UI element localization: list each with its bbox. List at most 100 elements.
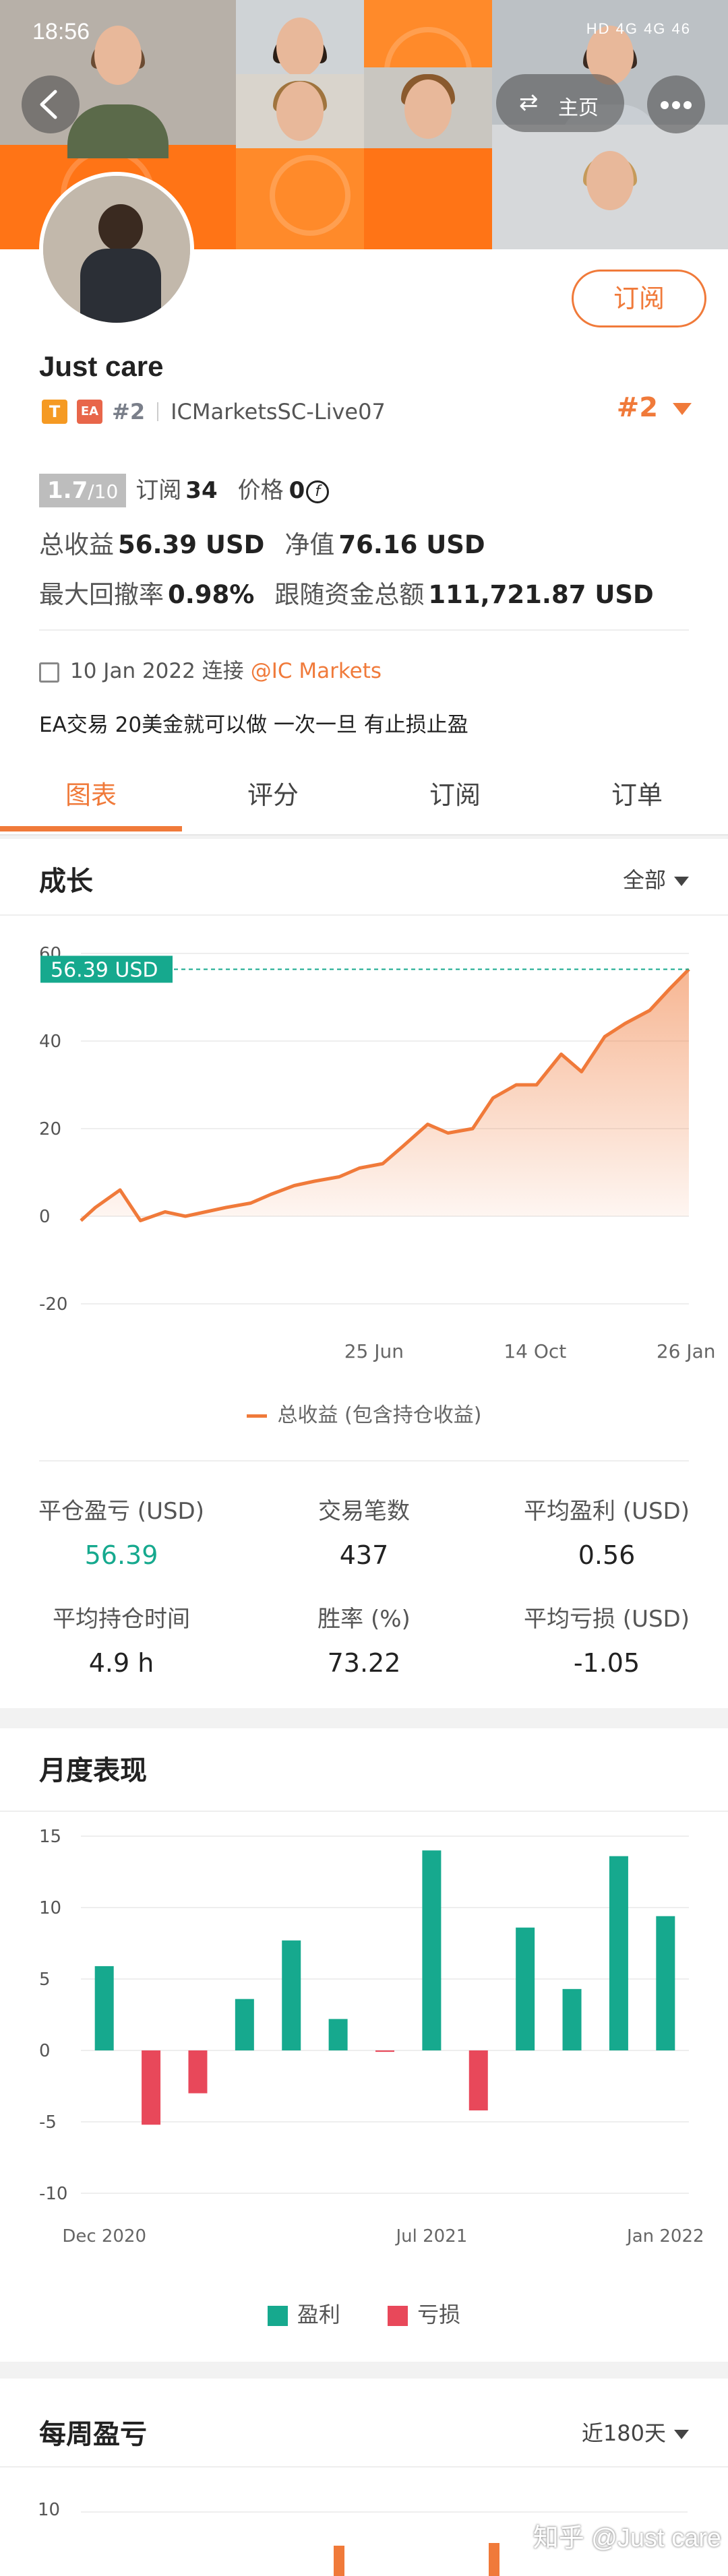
rank-dropdown[interactable]: #2 xyxy=(617,392,692,423)
monthly-legend: 盈利 亏损 xyxy=(0,2298,728,2329)
badge-ea: EA xyxy=(77,400,102,424)
badge-t: T xyxy=(42,400,67,424)
metric-closed-pnl: 平仓盈亏 (USD) 56.39 xyxy=(38,1498,204,1570)
trader-name: Just care xyxy=(39,350,164,382)
tab-subscribe[interactable]: 订阅 xyxy=(364,761,546,836)
bar-profit xyxy=(656,1916,675,2050)
growth-chart: -20020406056.39 USD25 Jun 14 Oct 26 Jan xyxy=(39,944,716,1362)
strategy-description: EA交易 20美金就可以做 一次一旦 有止损止盈 xyxy=(39,713,468,737)
status-bar: 18:56 HD 4G 4G 46 xyxy=(0,0,728,67)
equity: 76.16 USD xyxy=(338,530,485,559)
x-tick-label: 25 Jun xyxy=(344,1340,404,1362)
tab-chart[interactable]: 图表 xyxy=(0,761,182,836)
broker-link[interactable]: @IC Markets xyxy=(251,659,382,683)
growth-area xyxy=(81,969,689,1221)
weekly-title: 每周盈亏 xyxy=(39,2419,147,2450)
weekly-bar xyxy=(489,2543,499,2576)
bar-profit xyxy=(94,1966,114,2050)
monthly-title: 月度表现 xyxy=(39,1755,147,1786)
tab-bar: 图表 评分 订阅 订单 xyxy=(0,761,728,836)
bar-loss xyxy=(188,2050,208,2094)
banner-photo xyxy=(236,74,364,148)
coin-icon: f xyxy=(306,480,330,503)
y-tick-label: 40 xyxy=(39,1032,61,1052)
weekly-bar xyxy=(334,2546,344,2576)
back-button[interactable] xyxy=(22,75,80,133)
bar-profit xyxy=(235,1999,254,2050)
tab-rating[interactable]: 评分 xyxy=(182,761,364,836)
bar-profit xyxy=(609,1856,628,2050)
growth-title: 成长 xyxy=(39,866,93,897)
banner-photo xyxy=(364,67,492,148)
more-dots-icon xyxy=(661,101,669,109)
calendar-icon xyxy=(39,662,59,683)
y-tick-label: 20 xyxy=(39,1119,61,1139)
weekly-gridline xyxy=(81,2511,688,2513)
connect-date: 10 Jan 2022 连接 xyxy=(70,659,244,683)
y-tick-label: 15 xyxy=(39,1827,61,1847)
metric-avg-profit: 平均盈利 (USD) 0.56 xyxy=(524,1498,690,1570)
y-tick-label: 0 xyxy=(39,1207,51,1227)
subscribe-button[interactable]: 订阅 xyxy=(572,270,706,327)
chevron-left-icon xyxy=(40,90,57,119)
home-label: 主页 xyxy=(558,96,599,120)
status-indicators: HD 4G 4G 46 xyxy=(586,20,691,37)
bar-profit xyxy=(562,1988,582,2050)
legend-swatch-loss xyxy=(388,2306,408,2326)
follow-funds: 111,721.87 USD xyxy=(428,580,654,609)
y-tick-label: 5 xyxy=(39,1970,51,1990)
x-tick-label: Jul 2021 xyxy=(394,2226,467,2247)
y-tick-label: 10 xyxy=(39,1898,61,1918)
growth-period-filter[interactable]: 全部 xyxy=(623,863,689,894)
bar-loss xyxy=(468,2050,488,2111)
max-drawdown: 0.98% xyxy=(168,580,255,609)
metric-avg-loss: 平均亏损 (USD) -1.05 xyxy=(524,1606,690,1678)
metric-win-rate: 胜率 (%) 73.22 xyxy=(317,1606,411,1678)
x-tick-label: Dec 2020 xyxy=(62,2226,146,2247)
swap-icon: ⇄ xyxy=(519,89,539,116)
badge-row: T EA #2 ICMarketsSC-Live07 xyxy=(42,398,386,427)
weekly-y-tick: 10 xyxy=(38,2500,61,2520)
bar-loss xyxy=(375,2050,394,2052)
stats-row-3: 最大回撤率 0.98% 跟随资金总额 111,721.87 USD xyxy=(39,580,654,609)
subscriber-count: 34 xyxy=(185,477,218,504)
total-profit: 56.39 USD xyxy=(118,530,265,559)
y-tick-label: 0 xyxy=(39,2041,51,2061)
x-tick-label: 26 Jan xyxy=(657,1340,716,1362)
watermark: 知乎 @Just care xyxy=(533,2524,721,2552)
y-tick-label: -10 xyxy=(39,2184,67,2204)
metric-trade-count: 交易笔数 437 xyxy=(318,1498,410,1570)
bar-profit xyxy=(282,1940,301,2050)
monthly-section: 月度表现 -10 -5 0 5 10 15 Dec 2020 Jul 2021 Jan 2022… xyxy=(0,1728,728,2362)
banner-photo xyxy=(492,125,728,249)
score-badge: 1.7/10 xyxy=(39,474,127,507)
stats-row-1: 1.7/10 订阅 34 价格 0 f xyxy=(39,472,330,507)
metric-avg-hold-time: 平均持仓时间 4.9 h xyxy=(53,1606,190,1678)
bar-profit xyxy=(328,2019,348,2050)
tab-orders[interactable]: 订单 xyxy=(546,761,728,836)
more-button[interactable] xyxy=(647,75,705,133)
growth-section: 成长 全部 -20 0 20 40 60 56.39 USD 25 Jun 14 Oct 26 … xyxy=(0,839,728,1708)
bar-profit xyxy=(422,1850,442,2050)
rank-small: #2 xyxy=(112,399,146,425)
tab-active-indicator xyxy=(0,826,182,831)
stats-row-2: 总收益 56.39 USD 净值 76.16 USD xyxy=(39,530,485,559)
price-value: 0 xyxy=(289,477,305,504)
bar-loss xyxy=(142,2050,161,2125)
bar-profit xyxy=(516,1927,535,2050)
y-tick-label: -5 xyxy=(39,2112,57,2133)
current-value-label: 56.39 USD xyxy=(51,958,158,982)
connect-info: 10 Jan 2022 连接 @IC Markets xyxy=(39,654,382,684)
home-button[interactable]: ⇄ 主页 xyxy=(496,74,624,132)
monthly-chart: -10 -5 0 5 10 15 Dec 2020 Jul 2021 Jan 2022 xyxy=(39,1827,704,2247)
legend-swatch-profit xyxy=(267,2306,288,2326)
status-time: 18:56 xyxy=(32,19,90,44)
caret-down-icon xyxy=(674,2430,689,2439)
caret-down-icon xyxy=(673,403,692,415)
account-server: ICMarketsSC-Live07 xyxy=(171,399,386,425)
y-tick-label: -20 xyxy=(39,1294,67,1315)
weekly-period-filter[interactable]: 近180天 xyxy=(582,2416,689,2447)
caret-down-icon xyxy=(674,877,689,886)
x-tick-label: Jan 2022 xyxy=(626,2226,704,2247)
avatar[interactable] xyxy=(39,172,194,327)
